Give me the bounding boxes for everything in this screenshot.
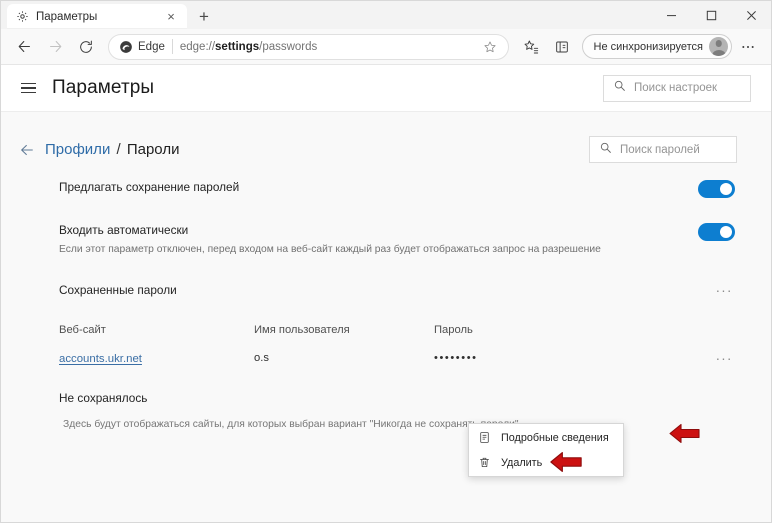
hamburger-menu-icon[interactable] <box>13 73 43 103</box>
forward-arrow-icon[interactable] <box>40 33 70 61</box>
setting-text-block: Предлагать сохранение паролей <box>59 179 698 195</box>
setting-label: Входить автоматически <box>59 223 189 237</box>
details-document-icon <box>477 430 492 445</box>
tab-title: Параметры <box>36 10 98 23</box>
row-context-menu: Подробные сведения Удалить <box>468 423 624 477</box>
website-link[interactable]: accounts.ukr.net <box>59 353 142 365</box>
browser-toolbar: Edge edge://settings/passwords Не синхро… <box>1 29 771 65</box>
search-icon <box>599 141 612 159</box>
profile-sync-button[interactable]: Не синхронизируется <box>581 34 732 59</box>
setting-auto-signin: Входить автоматически Если этот параметр… <box>1 222 771 257</box>
edge-brand-label: Edge <box>138 40 165 53</box>
not-saved-title: Не сохранялось <box>59 391 148 405</box>
url-path: /passwords <box>259 40 318 53</box>
saved-passwords-section-header: Сохраненные пароли ··· <box>1 279 771 301</box>
url-host: settings <box>215 40 260 53</box>
toggle-knob <box>719 225 732 239</box>
column-header-website: Веб-сайт <box>59 324 106 336</box>
column-header-password: Пароль <box>434 324 473 336</box>
tab-close-icon[interactable]: × <box>163 9 179 25</box>
page-title: Параметры <box>52 77 155 98</box>
browser-tab-settings[interactable]: Параметры × <box>7 4 187 29</box>
reload-icon[interactable] <box>71 33 101 61</box>
not-saved-section: Не сохранялось Здесь будут отображаться … <box>1 391 771 430</box>
toggle-offer-save-passwords[interactable] <box>698 180 735 198</box>
back-arrow-icon[interactable] <box>9 33 39 61</box>
back-arrow-icon[interactable] <box>15 138 39 162</box>
table-row: accounts.ukr.net o.s •••••••• ··· <box>59 341 735 375</box>
omnibox-divider <box>171 39 173 54</box>
passwords-content: Предлагать сохранение паролей Входить ав… <box>1 179 771 430</box>
trash-icon <box>477 455 492 470</box>
cell-username: o.s <box>254 352 269 364</box>
breadcrumb: Профили / Пароли <box>45 141 179 158</box>
star-list-icon[interactable] <box>516 33 546 61</box>
edge-brand-badge: Edge <box>119 40 165 54</box>
star-icon[interactable] <box>480 37 500 57</box>
delete-menu-item[interactable]: Удалить <box>469 450 623 475</box>
window-controls <box>651 1 771 29</box>
saved-passwords-table: Веб-сайт Имя пользователя Пароль account… <box>1 319 771 375</box>
breadcrumb-parent-link[interactable]: Профили <box>45 141 110 158</box>
cell-password: •••••••• <box>434 352 478 364</box>
browser-more-menu-icon[interactable] <box>733 33 763 61</box>
avatar <box>709 37 728 56</box>
cell-actions: ··· <box>691 347 735 369</box>
details-menu-item[interactable]: Подробные сведения <box>469 425 623 450</box>
url-prefix: edge:// <box>179 40 216 53</box>
collections-icon[interactable] <box>547 33 577 61</box>
settings-header: Параметры Поиск настроек <box>1 65 771 112</box>
setting-label: Предлагать сохранение паролей <box>59 180 240 194</box>
toggle-auto-signin[interactable] <box>698 223 735 241</box>
breadcrumb-separator: / <box>116 141 121 158</box>
passwords-page: Профили / Пароли Поиск паролей Предлагат… <box>1 112 771 522</box>
setting-description: Если этот параметр отключен, перед входо… <box>59 244 601 255</box>
saved-passwords-title: Сохраненные пароли <box>59 283 177 297</box>
row-more-button[interactable]: ··· <box>713 347 735 369</box>
passwords-search-input[interactable]: Поиск паролей <box>589 136 737 163</box>
edge-logo-icon <box>120 40 132 53</box>
details-menu-label: Подробные сведения <box>501 431 609 444</box>
saved-passwords-more-button[interactable]: ··· <box>713 279 735 301</box>
settings-search-placeholder: Поиск настроек <box>634 82 718 94</box>
address-bar-url: edge://settings/passwords <box>180 41 473 53</box>
table-header-row: Веб-сайт Имя пользователя Пароль <box>59 319 735 341</box>
toggle-knob <box>719 182 732 196</box>
settings-search-input[interactable]: Поиск настроек <box>603 74 751 102</box>
address-bar[interactable]: Edge edge://settings/passwords <box>108 33 509 60</box>
browser-window: Параметры × + Edge edge://settings/passw… <box>0 0 772 523</box>
maximize-icon[interactable] <box>691 1 731 29</box>
setting-offer-save-passwords: Предлагать сохранение паролей <box>1 179 771 205</box>
tab-strip: Параметры × + <box>1 1 771 29</box>
cell-website: accounts.ukr.net <box>59 349 254 367</box>
minimize-icon[interactable] <box>651 1 691 29</box>
gear-icon <box>15 10 29 24</box>
close-icon[interactable] <box>731 1 771 29</box>
not-saved-description: Здесь будут отображаться сайты, для кото… <box>63 419 519 430</box>
profile-sync-label: Не синхронизируется <box>593 40 703 53</box>
search-icon <box>613 79 626 97</box>
column-header-username: Имя пользователя <box>254 324 350 336</box>
breadcrumb-current: Пароли <box>126 141 180 158</box>
new-tab-button[interactable]: + <box>191 4 217 29</box>
passwords-search-placeholder: Поиск паролей <box>620 143 700 156</box>
breadcrumb-row: Профили / Пароли Поиск паролей <box>1 112 771 163</box>
delete-menu-label: Удалить <box>501 456 543 469</box>
setting-text-block: Входить автоматически Если этот параметр… <box>59 222 698 257</box>
